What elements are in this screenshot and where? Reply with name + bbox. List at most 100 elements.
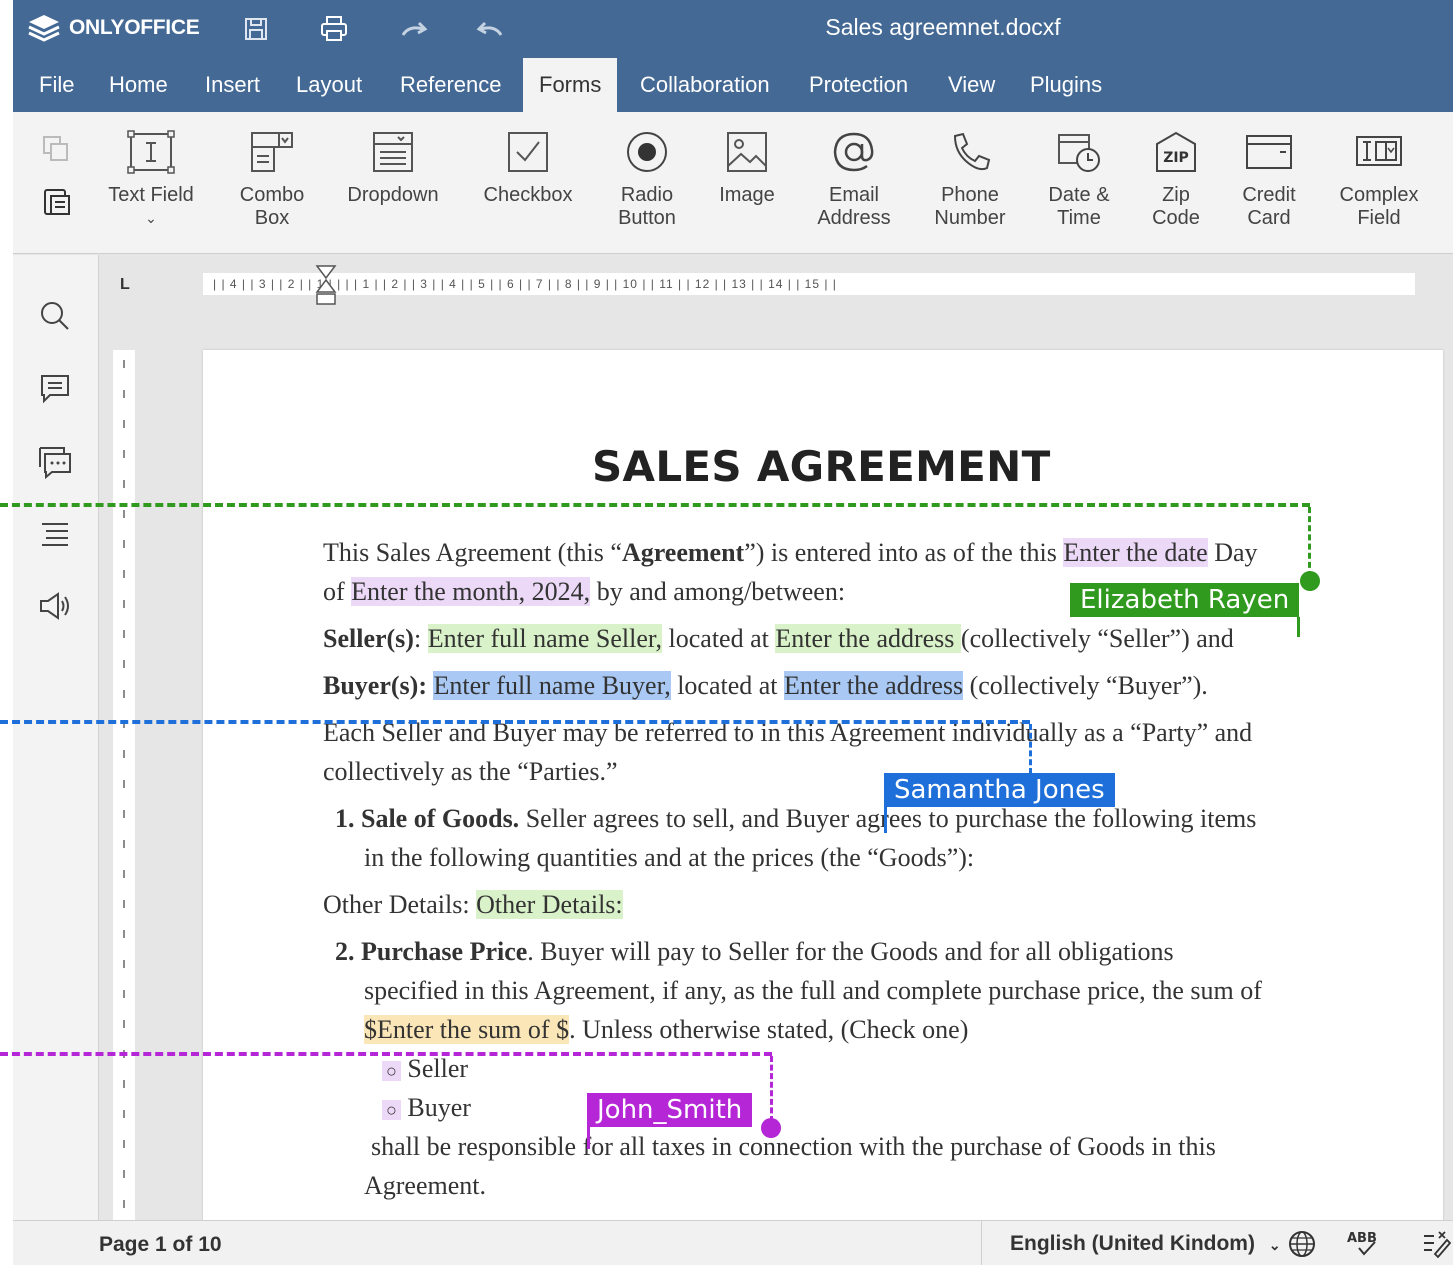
phone-icon: [953, 132, 991, 171]
credit-card-button[interactable]: Credit Card: [1229, 130, 1309, 230]
radio-buyer[interactable]: ○: [382, 1100, 401, 1120]
purple-cursor-handle[interactable]: [761, 1118, 781, 1138]
purple-text-caret: [587, 1127, 590, 1149]
green-cursor-handle[interactable]: [1300, 571, 1320, 591]
zip-label-1: Zip: [1162, 184, 1190, 206]
tab-collaboration[interactable]: Collaboration: [624, 58, 786, 112]
text-field-icon: [127, 130, 175, 174]
forms-toolbar: Text Field ⌄ Combo Box Dropdown Checkbox…: [13, 112, 1453, 254]
green-selection-line: [0, 503, 1310, 507]
spellcheck-icon[interactable]: ABB: [1345, 1228, 1381, 1264]
buyer-line: Buyer(s): Enter full name Buyer, located…: [323, 671, 1208, 700]
complex-field-icon: [1356, 136, 1402, 166]
zip-label-2: Code: [1152, 207, 1200, 229]
tab-home[interactable]: Home: [93, 58, 184, 112]
buyer-name-field[interactable]: Enter full name Buyer,: [433, 671, 671, 700]
tab-reference[interactable]: Reference: [384, 58, 518, 112]
buyer-address-field[interactable]: Enter the address: [784, 671, 964, 700]
month-field[interactable]: Enter the month, 2024,: [351, 577, 591, 606]
email-label-2: Address: [817, 207, 891, 229]
tab-stop-corner[interactable]: L: [120, 276, 136, 293]
checkbox-button[interactable]: Checkbox: [475, 130, 581, 207]
paste-icon[interactable]: [41, 186, 73, 223]
phone-label-1: Phone: [941, 184, 999, 206]
radio-label-2: Button: [618, 207, 676, 229]
calendar-clock-icon: [1058, 134, 1100, 172]
purple-selection-line: [0, 1052, 772, 1056]
checkbox-label: Checkbox: [483, 184, 573, 206]
paragraph-taxes: shall be responsible for all taxes in co…: [371, 1132, 1216, 1161]
checkbox-icon: [508, 132, 548, 172]
date-label-1: Date &: [1048, 184, 1110, 206]
complex-field-button[interactable]: Complex Field: [1331, 130, 1427, 230]
sum-field[interactable]: $Enter the sum of $: [364, 1015, 570, 1044]
text-field-button[interactable]: Text Field ⌄: [101, 130, 201, 230]
email-address-button[interactable]: Email Address: [809, 130, 899, 230]
tab-file[interactable]: File: [23, 58, 90, 112]
language-selector[interactable]: English (United Kindom) ⌄: [981, 1221, 1281, 1265]
tab-protection[interactable]: Protection: [793, 58, 924, 112]
green-selection-edge: [1308, 507, 1311, 577]
search-icon[interactable]: [38, 299, 72, 333]
collaborator-tag-purple: John_Smith: [587, 1093, 753, 1127]
blue-selection-edge: [1029, 724, 1032, 774]
radio-button-button[interactable]: Radio Button: [607, 130, 687, 230]
status-bar: Page 1 of 10 English (United Kindom) ⌄ A…: [13, 1220, 1453, 1265]
chat-icon[interactable]: [38, 445, 72, 480]
navigation-icon[interactable]: [38, 517, 72, 551]
horizontal-ruler-area: | | 4 | | 3 | | 2 | | 1 | | | | 1 | | 2 …: [99, 255, 1453, 315]
globe-icon[interactable]: [1287, 1229, 1317, 1265]
svg-text:ZIP: ZIP: [1163, 150, 1189, 166]
track-changes-icon[interactable]: [1421, 1228, 1452, 1264]
option-buyer: ○ Buyer: [382, 1093, 471, 1123]
option-seller: ○ Seller: [382, 1054, 468, 1084]
vertical-ruler[interactable]: [113, 350, 135, 1220]
other-details-line: Other Details: Other Details:: [323, 890, 623, 919]
combo-box-label-1: Combo: [239, 184, 305, 206]
phone-number-button[interactable]: Phone Number: [925, 130, 1015, 230]
dropdown-label: Dropdown: [347, 184, 439, 206]
list-item-price-sum: $Enter the sum of $. Unless otherwise st…: [364, 1015, 969, 1044]
page-counter[interactable]: Page 1 of 10: [99, 1233, 222, 1257]
date-field[interactable]: Enter the date: [1063, 538, 1208, 567]
list-item-sale-cont: in the following quantities and at the p…: [364, 843, 975, 872]
other-details-field[interactable]: Other Details:: [476, 890, 623, 919]
green-text-caret: [1297, 617, 1300, 637]
chevron-down-icon[interactable]: ⌄: [101, 207, 201, 230]
complex-label-2: Field: [1357, 207, 1401, 229]
zip-icon: ZIP: [1156, 131, 1196, 172]
image-button[interactable]: Image: [707, 130, 787, 207]
phone-label-2: Number: [934, 207, 1006, 229]
seller-name-field[interactable]: Enter full name Seller,: [427, 624, 663, 653]
horizontal-ruler[interactable]: | | 4 | | 3 | | 2 | | 1 | | | | 1 | | 2 …: [203, 273, 1415, 295]
comment-icon[interactable]: [38, 371, 72, 405]
email-label-1: Email: [828, 184, 879, 206]
combo-box-icon: [251, 132, 293, 172]
dropdown-button[interactable]: Dropdown: [338, 130, 448, 207]
collaborator-tag-blue: Samantha Jones: [884, 773, 1115, 807]
speaker-icon[interactable]: [38, 589, 72, 623]
tab-plugins[interactable]: Plugins: [1014, 58, 1118, 112]
image-label: Image: [719, 184, 775, 206]
paragraph-parties-2: collectively as the “Parties.”: [323, 757, 618, 786]
at-icon: [833, 132, 874, 172]
date-time-button[interactable]: Date & Time: [1039, 130, 1119, 230]
language-label: English (United Kindom): [1010, 1232, 1255, 1255]
copy-icon[interactable]: [41, 134, 71, 169]
seller-address-field[interactable]: Enter the address: [775, 624, 961, 653]
tab-forms[interactable]: Forms: [523, 58, 618, 112]
tab-insert[interactable]: Insert: [189, 58, 276, 112]
tab-view[interactable]: View: [932, 58, 1011, 112]
tab-layout[interactable]: Layout: [280, 58, 378, 112]
collaborator-tag-green: Elizabeth Rayen: [1070, 583, 1300, 617]
date-label-2: Time: [1057, 207, 1101, 229]
combo-box-button[interactable]: Combo Box: [227, 130, 317, 230]
complex-label-1: Complex: [1339, 184, 1419, 206]
document-title: Sales agreemnet.docxf: [825, 14, 1061, 40]
menu-tabs: File Home Insert Layout Reference Forms …: [13, 58, 1453, 112]
purple-selection-edge: [770, 1056, 773, 1122]
zip-code-button[interactable]: ZIP Zip Code: [1141, 130, 1211, 230]
paragraph-intro-1: This Sales Agreement (this “Agreement”) …: [323, 538, 1258, 567]
indent-marker-icon[interactable]: [315, 264, 337, 308]
radio-seller[interactable]: ○: [382, 1061, 401, 1081]
